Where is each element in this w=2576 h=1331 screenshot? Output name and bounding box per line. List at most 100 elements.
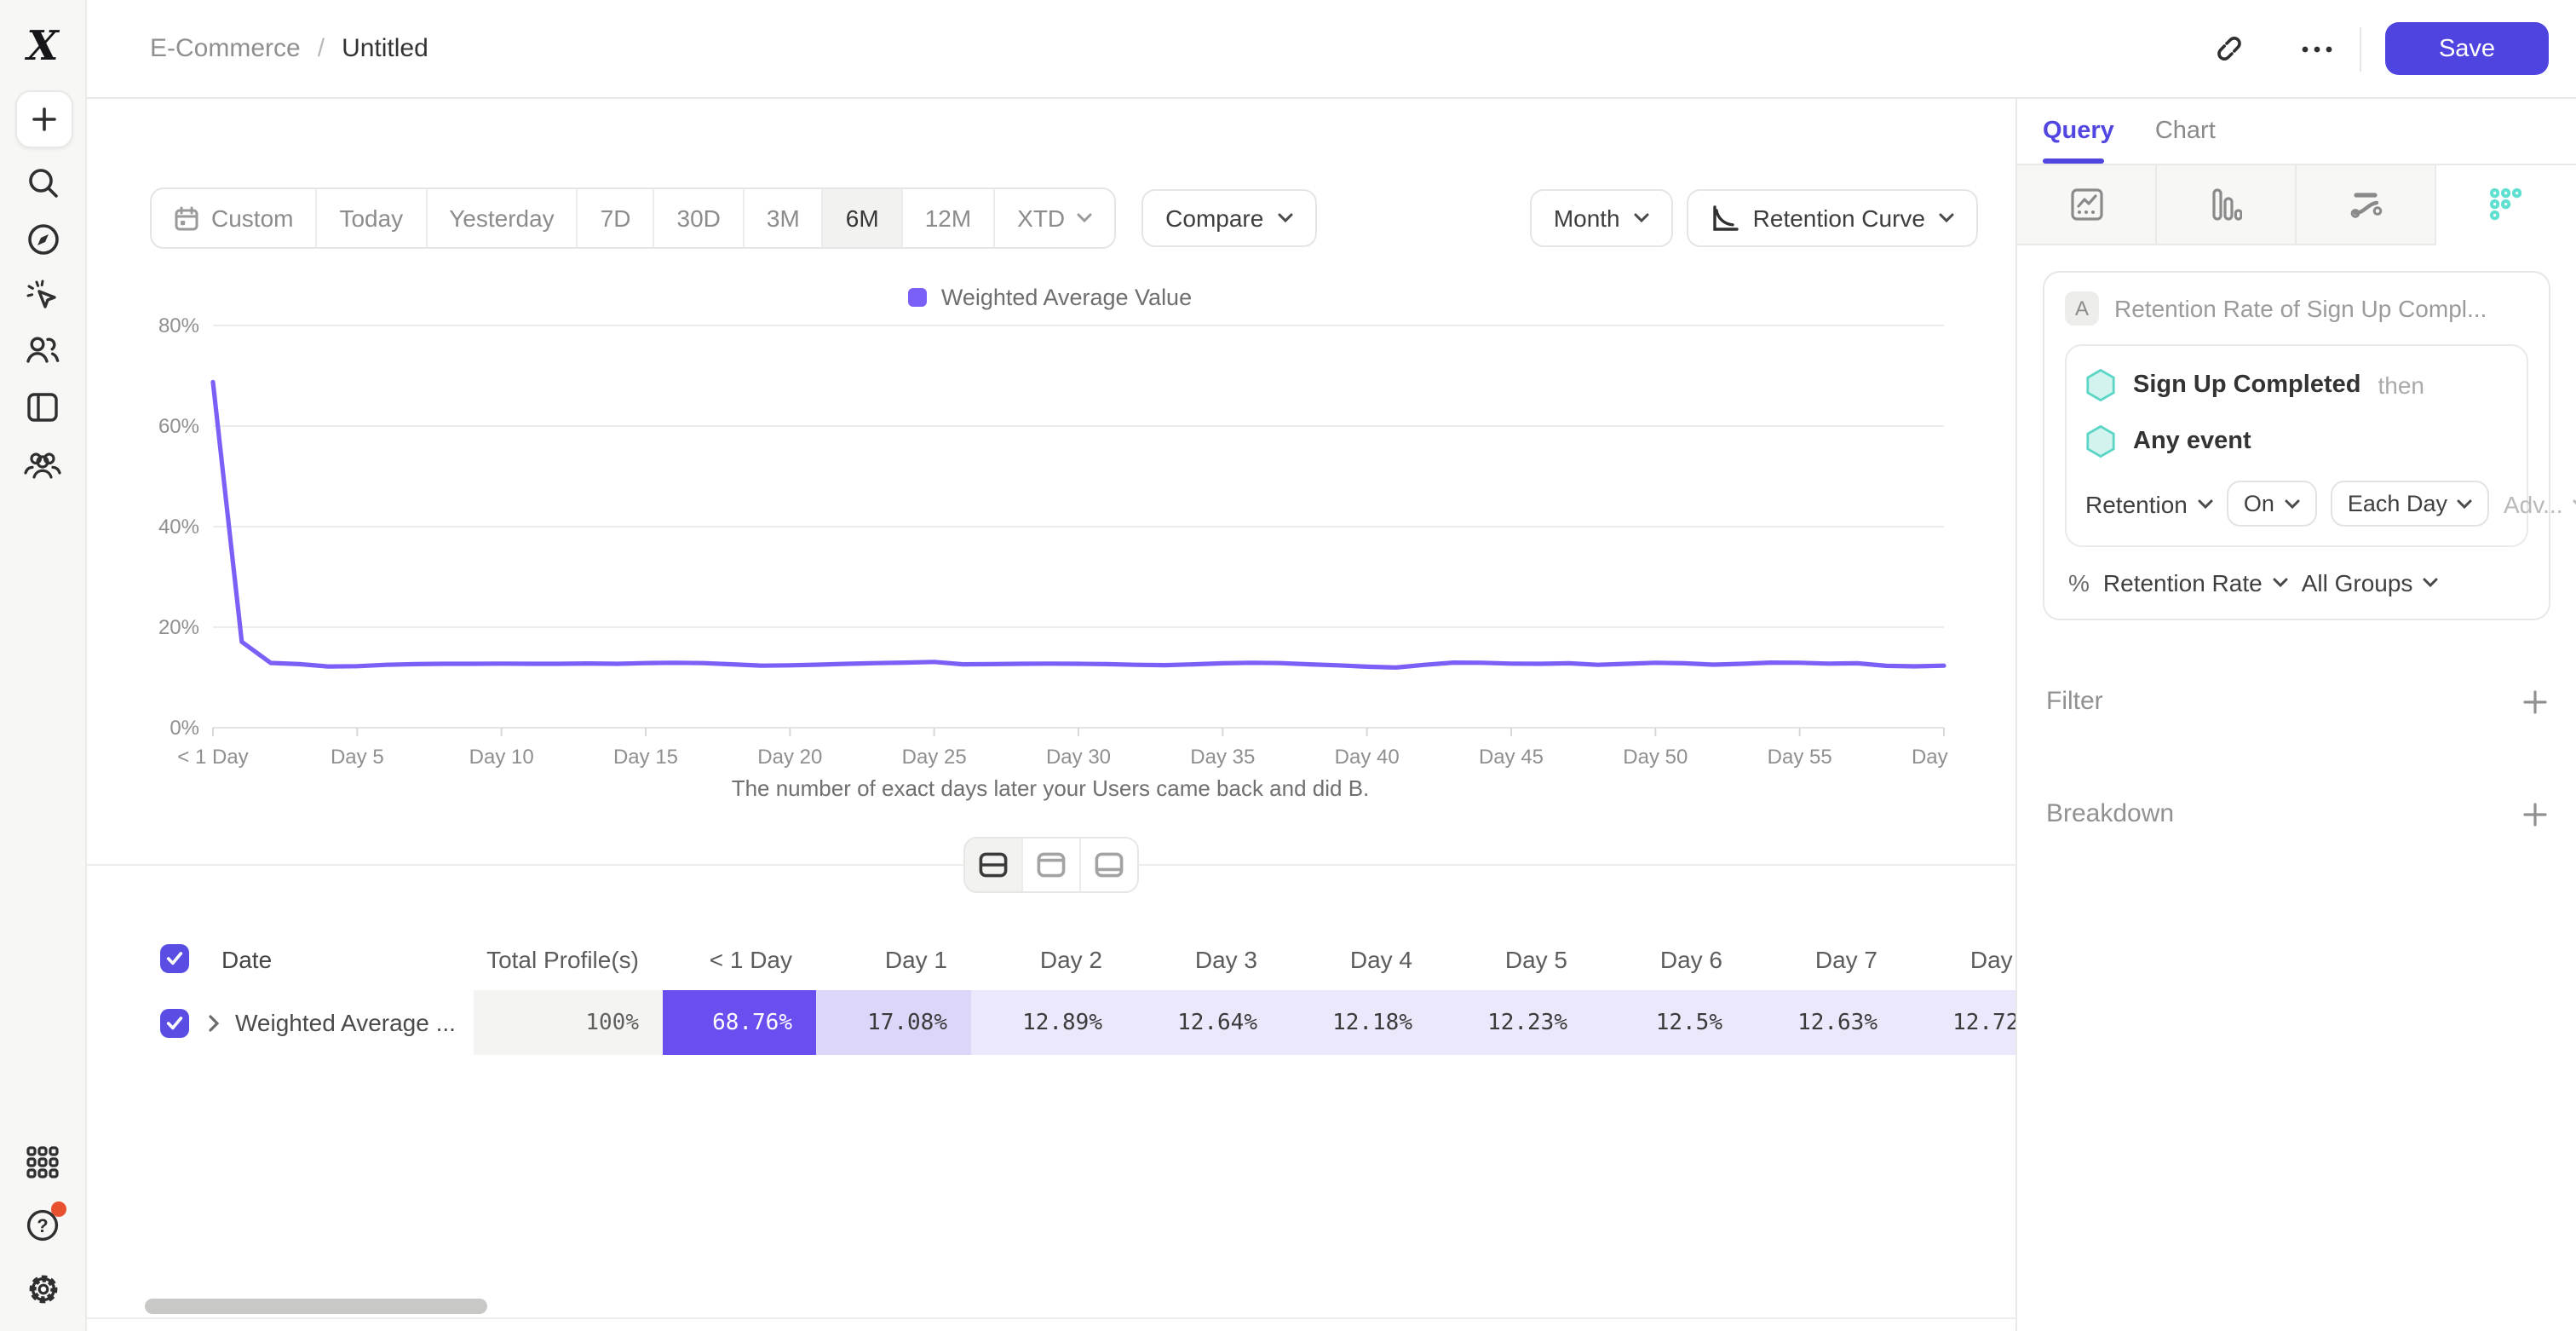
col-header-lt1day[interactable]: < 1 Day: [663, 927, 816, 990]
on-label: On: [2244, 491, 2274, 516]
filter-label: Filter: [2046, 687, 2103, 716]
col-header-day2[interactable]: Day 2: [971, 927, 1126, 990]
col-header-date[interactable]: Date: [204, 927, 474, 990]
interval-label: Each Day: [2348, 491, 2447, 516]
chevron-down-icon: [1634, 213, 1649, 223]
create-new-button[interactable]: [15, 90, 73, 148]
mixpanel-logo[interactable]: X: [0, 20, 85, 72]
col-header-day6[interactable]: Day 6: [1591, 927, 1746, 990]
col-header-day8[interactable]: Day 8: [1901, 927, 2015, 990]
legend-swatch: [909, 288, 928, 307]
range-30d[interactable]: 30D: [655, 189, 745, 247]
svg-text:Day 10: Day 10: [469, 746, 534, 769]
sidebar-item-search[interactable]: [0, 162, 85, 203]
layout-toggle-row: [85, 837, 2015, 893]
chevron-down-icon: [1939, 213, 1954, 223]
granularity-label: Month: [1554, 205, 1620, 232]
event-name: Any event: [2133, 427, 2251, 454]
chevron-down-icon: [2423, 578, 2438, 588]
chart-type-dropdown[interactable]: Retention Curve: [1687, 189, 1978, 247]
layout-split-button[interactable]: [964, 838, 1022, 891]
col-header-day3[interactable]: Day 3: [1126, 927, 1281, 990]
granularity-dropdown[interactable]: Month: [1530, 189, 1673, 247]
range-7d[interactable]: 7D: [578, 189, 655, 247]
interval-dropdown[interactable]: Each Day: [2331, 481, 2490, 527]
on-dropdown[interactable]: On: [2227, 481, 2317, 527]
row-checkbox[interactable]: [160, 1008, 189, 1037]
col-header-day4[interactable]: Day 4: [1281, 927, 1436, 990]
advanced-dropdown[interactable]: Adv...: [2504, 490, 2576, 517]
expand-chevron-icon[interactable]: [208, 1013, 220, 1032]
sidebar-item-events[interactable]: [0, 276, 85, 317]
chevron-down-icon: [2458, 498, 2473, 509]
boards-icon: [26, 390, 60, 424]
col-header-day7[interactable]: Day 7: [1746, 927, 1901, 990]
svg-text:40%: 40%: [158, 516, 199, 539]
filter-section: Filter: [2043, 687, 2550, 716]
sidebar-item-apps[interactable]: [0, 1142, 85, 1183]
col-header-day1[interactable]: Day 1: [816, 927, 971, 990]
chevron-down-icon: [2273, 578, 2288, 588]
compare-button[interactable]: Compare: [1141, 189, 1316, 247]
range-3m[interactable]: 3M: [745, 189, 824, 247]
range-today[interactable]: Today: [317, 189, 427, 247]
svg-text:Day 60: Day 60: [1912, 746, 1951, 769]
event-step-return[interactable]: Any event: [2085, 412, 2508, 469]
svg-text:Day 50: Day 50: [1623, 746, 1688, 769]
report-tab-funnels[interactable]: [2157, 165, 2297, 245]
add-breakdown-button[interactable]: [2523, 802, 2547, 826]
cell-lt1day: 68.76%: [663, 990, 816, 1055]
more-options-button[interactable]: [2291, 23, 2343, 74]
breadcrumb-parent[interactable]: E-Commerce: [150, 34, 301, 63]
col-header-total-profiles[interactable]: Total Profile(s): [474, 927, 663, 990]
layout-chart-button[interactable]: [1022, 838, 1080, 891]
horizontal-scrollbar-thumb[interactable]: [145, 1299, 487, 1314]
svg-text:60%: 60%: [158, 415, 199, 438]
link-icon: [2212, 32, 2245, 65]
col-header-day5[interactable]: Day 5: [1436, 927, 1591, 990]
layout-split-icon: [978, 852, 1007, 878]
legend-item[interactable]: Weighted Average Value: [909, 285, 1192, 310]
sidebar-item-discover[interactable]: [0, 218, 85, 259]
groups-dropdown[interactable]: All Groups: [2302, 569, 2439, 596]
sidebar-item-cohorts[interactable]: [0, 445, 85, 486]
cell-day5: 12.23%: [1436, 990, 1591, 1055]
chart-controls: Month Retention Curve: [1530, 189, 1978, 247]
save-button[interactable]: Save: [2385, 22, 2549, 75]
toolbar: Custom Today Yesterday 7D 30D 3M 6M 12M …: [85, 187, 2015, 249]
plus-icon: [2523, 689, 2547, 713]
cell-day3: 12.64%: [1126, 990, 1281, 1055]
add-filter-button[interactable]: [2523, 689, 2547, 713]
legend-label: Weighted Average Value: [941, 285, 1192, 310]
horizontal-scrollbar-track: [85, 1317, 2015, 1319]
sidebar-item-settings[interactable]: [0, 1268, 85, 1309]
copy-link-button[interactable]: [2203, 23, 2254, 74]
range-6m-selected[interactable]: 6M: [824, 189, 903, 247]
table-header-row: Date Total Profile(s) < 1 Day Day 1 Day …: [145, 927, 2015, 990]
layout-table-button[interactable]: [1080, 838, 1136, 891]
sidebar-item-users[interactable]: [0, 329, 85, 370]
event-step-first[interactable]: Sign Up Completed then: [2085, 356, 2508, 412]
breadcrumb-separator: /: [318, 34, 325, 63]
retention-type-dropdown[interactable]: Retention: [2085, 490, 2213, 517]
sidebar-item-boards[interactable]: [0, 387, 85, 428]
metric-dropdown[interactable]: Retention Rate: [2103, 569, 2288, 596]
breadcrumb: E-Commerce / Untitled: [150, 34, 428, 63]
report-tab-insights[interactable]: [2017, 165, 2157, 245]
tab-query[interactable]: Query: [2043, 97, 2114, 164]
breadcrumb-current[interactable]: Untitled: [342, 34, 428, 63]
sidebar-item-help[interactable]: ?: [0, 1205, 85, 1246]
report-tab-retention[interactable]: [2436, 165, 2576, 245]
line-chart: 0%20%40%60%80%< 1 DayDay 5Day 10Day 15Da…: [150, 310, 1951, 774]
select-all-checkbox[interactable]: [160, 944, 189, 973]
report-tab-flows[interactable]: [2297, 165, 2436, 245]
range-xtd[interactable]: XTD: [995, 189, 1114, 247]
cell-day4: 12.18%: [1281, 990, 1436, 1055]
range-12m[interactable]: 12M: [903, 189, 995, 247]
groups-label: All Groups: [2302, 569, 2413, 596]
tab-chart[interactable]: Chart: [2155, 97, 2216, 164]
range-yesterday[interactable]: Yesterday: [427, 189, 578, 247]
layout-bottom-icon: [1094, 852, 1123, 878]
query-card: A Retention Rate of Sign Up Compl... Sig…: [2043, 271, 2550, 620]
range-custom[interactable]: Custom: [152, 189, 317, 247]
